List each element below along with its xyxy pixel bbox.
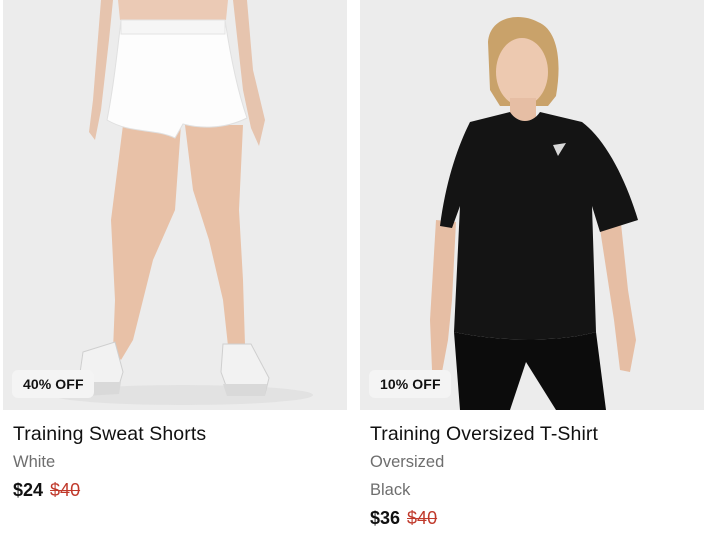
price-row: $36 $40 bbox=[370, 508, 694, 529]
original-price: $40 bbox=[407, 508, 438, 528]
product-photo-shorts bbox=[3, 0, 347, 410]
product-card-training-sweat-shorts[interactable]: 40% OFF Training Sweat Shorts White $24 … bbox=[3, 0, 347, 538]
discount-badge: 40% OFF bbox=[12, 370, 94, 398]
sale-price: $24 bbox=[13, 480, 44, 500]
original-price: $40 bbox=[50, 480, 81, 500]
product-name[interactable]: Training Oversized T-Shirt bbox=[370, 422, 694, 446]
product-color: White bbox=[13, 453, 56, 471]
discount-badge: 10% OFF bbox=[369, 370, 451, 398]
product-image[interactable]: 10% OFF bbox=[360, 0, 704, 410]
product-fit: Oversized bbox=[370, 453, 445, 471]
product-name[interactable]: Training Sweat Shorts bbox=[13, 422, 337, 446]
product-image[interactable]: 40% OFF bbox=[3, 0, 347, 410]
product-card-training-oversized-tshirt[interactable]: 10% OFF Training Oversized T-Shirt Overs… bbox=[360, 0, 704, 538]
product-photo-tshirt bbox=[360, 0, 704, 410]
price-row: $24 $40 bbox=[13, 480, 337, 501]
sale-price: $36 bbox=[370, 508, 401, 528]
product-info: Training Sweat Shorts White $24 $40 bbox=[3, 410, 347, 501]
product-color: Black bbox=[370, 481, 411, 499]
product-info: Training Oversized T-Shirt Oversized Bla… bbox=[360, 410, 704, 529]
